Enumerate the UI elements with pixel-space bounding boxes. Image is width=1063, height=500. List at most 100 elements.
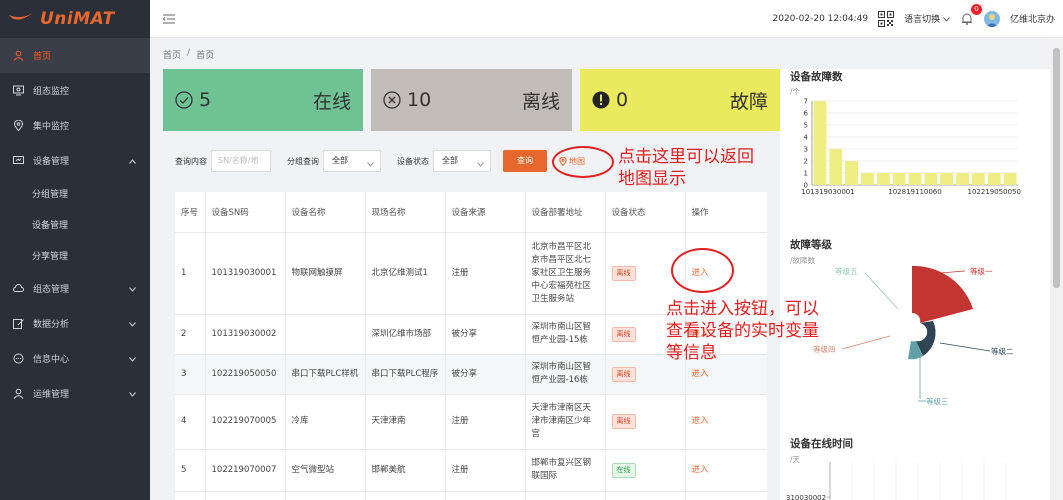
col-header-source: 设备来源	[445, 192, 526, 233]
cell-address: 深圳市南山区智恒产业园-15栋	[525, 314, 606, 355]
language-switch-label: 语言切换	[904, 15, 941, 25]
cell-no: 5	[175, 449, 206, 492]
qrcode-icon[interactable]	[878, 10, 895, 27]
cell-name: 串口下载PLC样机	[285, 354, 366, 395]
sidebar-item-config-manage[interactable]: 组态管理	[0, 271, 150, 306]
check-circle-icon	[175, 91, 193, 109]
table-row	[175, 491, 767, 500]
y-tick-label: 5	[804, 122, 808, 130]
y-tick-label: 3	[804, 146, 808, 154]
sidebar-subitem-label: 分享管理	[32, 252, 69, 262]
fault-level-title: 故障等级	[790, 239, 832, 251]
notification-count-badge: 0	[970, 3, 982, 15]
device-icon	[12, 155, 24, 167]
sidebar-item-central-monitor[interactable]: 集中监控	[0, 108, 150, 143]
cell-site: 天津津南	[365, 394, 446, 450]
fault-count: 0	[616, 89, 629, 111]
page-scrollbar[interactable]	[1050, 38, 1063, 500]
query-content-input[interactable]: SN/名称/地	[211, 150, 271, 172]
group-select[interactable]: 全部	[323, 150, 381, 172]
sidebar-item-home[interactable]: 首页	[0, 38, 150, 73]
cell-address: 北京市昌平区北京市昌平区北七家社区卫生服务中心宏福苑社区卫生服务站	[525, 232, 606, 315]
sidebar-item-label: 信息中心	[33, 355, 70, 365]
enter-link[interactable]: 进入	[692, 416, 709, 426]
warning-circle-icon	[592, 91, 610, 109]
table-row: 5 102219070007 空气微型站 邯郸美航 注册 邯郸市复兴区钢联国际 …	[175, 449, 767, 492]
bar	[876, 173, 890, 185]
col-header-sn: 设备SN码	[205, 192, 286, 233]
col-header-action: 操作	[685, 192, 767, 233]
col-header-site: 现场名称	[365, 192, 446, 233]
avatar[interactable]	[983, 10, 1000, 27]
sidebar-subitem-group-manage[interactable]: 分组管理	[0, 178, 150, 209]
cell-source: 被分享	[445, 354, 526, 395]
breadcrumb-home[interactable]: 首页	[163, 48, 181, 61]
fault-card[interactable]: 0 故障	[580, 69, 780, 131]
chevron-down-icon	[129, 320, 136, 330]
user-icon	[12, 50, 24, 62]
enter-link[interactable]: 进入	[692, 369, 709, 379]
rose-slice-level1	[912, 265, 973, 323]
cell-action: 进入	[685, 449, 767, 492]
cell-source: 被分享	[445, 314, 526, 355]
sidebar-item-config-monitor[interactable]: 组态监控	[0, 73, 150, 108]
language-switch[interactable]: 语言切换	[904, 12, 950, 25]
cell-no: 3	[175, 354, 206, 395]
breadcrumb-separator: /	[187, 48, 191, 58]
cell-site: 深圳亿维市场部	[365, 314, 446, 355]
bar	[861, 173, 874, 185]
chevron-down-icon	[129, 390, 136, 400]
group-select-value: 全部	[332, 156, 348, 165]
bar	[892, 173, 906, 185]
cell-address: 邯郸市复兴区钢联国际	[525, 449, 606, 492]
menu-collapse-icon[interactable]	[162, 12, 176, 26]
cell-sn: 101319030002	[205, 314, 286, 355]
cell-action: 进入	[685, 394, 767, 450]
map-hint-line: 点击这里可以返回	[618, 147, 754, 167]
col-header-name: 设备名称	[285, 192, 366, 233]
status-select[interactable]: 全部	[433, 150, 491, 172]
username[interactable]: 亿维北京办	[1010, 12, 1055, 25]
sidebar-subitem-label: 设备管理	[32, 221, 69, 231]
query-content-label: 查询内容	[175, 156, 207, 166]
rose-label-level2: 等级二	[991, 346, 1014, 356]
sidebar-item-message-center[interactable]: 信息中心	[0, 341, 150, 376]
sidebar-subitem-label: 分组管理	[32, 190, 69, 200]
logo-text: UniMAT	[40, 9, 115, 29]
message-icon	[12, 353, 24, 365]
online-time-label: 310030002	[786, 494, 826, 500]
status-badge: 离线	[611, 265, 636, 281]
sidebar-subitem-share-manage[interactable]: 分享管理	[0, 240, 150, 271]
fault-count-title: 设备故障数	[790, 71, 843, 83]
cell-name: 冷库	[285, 394, 366, 450]
offline-card[interactable]: 10 离线	[371, 69, 572, 131]
logo-mark-icon	[9, 13, 33, 20]
sidebar-item-ops-manage[interactable]: 运维管理	[0, 376, 150, 411]
avatar-icon	[985, 13, 998, 27]
header-right: 2020-02-20 12:04:49 语言切换 0 亿维北京办	[773, 3, 1063, 27]
user-ops-icon	[12, 388, 24, 400]
cell-name: 物联网触摸屏	[285, 232, 366, 315]
status-select-value: 全部	[442, 156, 458, 165]
chevron-down-icon	[943, 17, 950, 22]
online-count: 5	[199, 89, 212, 111]
status-badge: 离线	[611, 366, 636, 382]
device-status-label: 设备状态	[397, 156, 429, 166]
notification-bell[interactable]: 0	[960, 3, 982, 26]
sidebar-subitem-device-manage[interactable]: 设备管理	[0, 209, 150, 240]
sidebar-item-device-manage[interactable]: 设备管理	[0, 143, 150, 178]
bar	[813, 101, 827, 185]
cell-no: 1	[175, 232, 206, 315]
online-card[interactable]: 5 在线	[163, 69, 363, 131]
fault-count-chart: 01234567101319030001 102819110060 10221905…	[801, 98, 1021, 197]
query-button[interactable]: 查询	[503, 150, 547, 172]
map-highlight-ring	[552, 146, 614, 178]
status-badge: 离线	[611, 326, 636, 342]
cell-sn: 102219070007	[205, 449, 286, 492]
enter-link[interactable]: 进入	[692, 465, 709, 475]
cell-site: 北京亿维测试1	[365, 232, 446, 315]
sidebar-item-data-analysis[interactable]: 数据分析	[0, 306, 150, 341]
logo[interactable]: UniMAT	[0, 0, 150, 38]
scrollbar-thumb[interactable]	[1053, 48, 1060, 288]
cell-sn: 101319030001	[205, 232, 286, 315]
